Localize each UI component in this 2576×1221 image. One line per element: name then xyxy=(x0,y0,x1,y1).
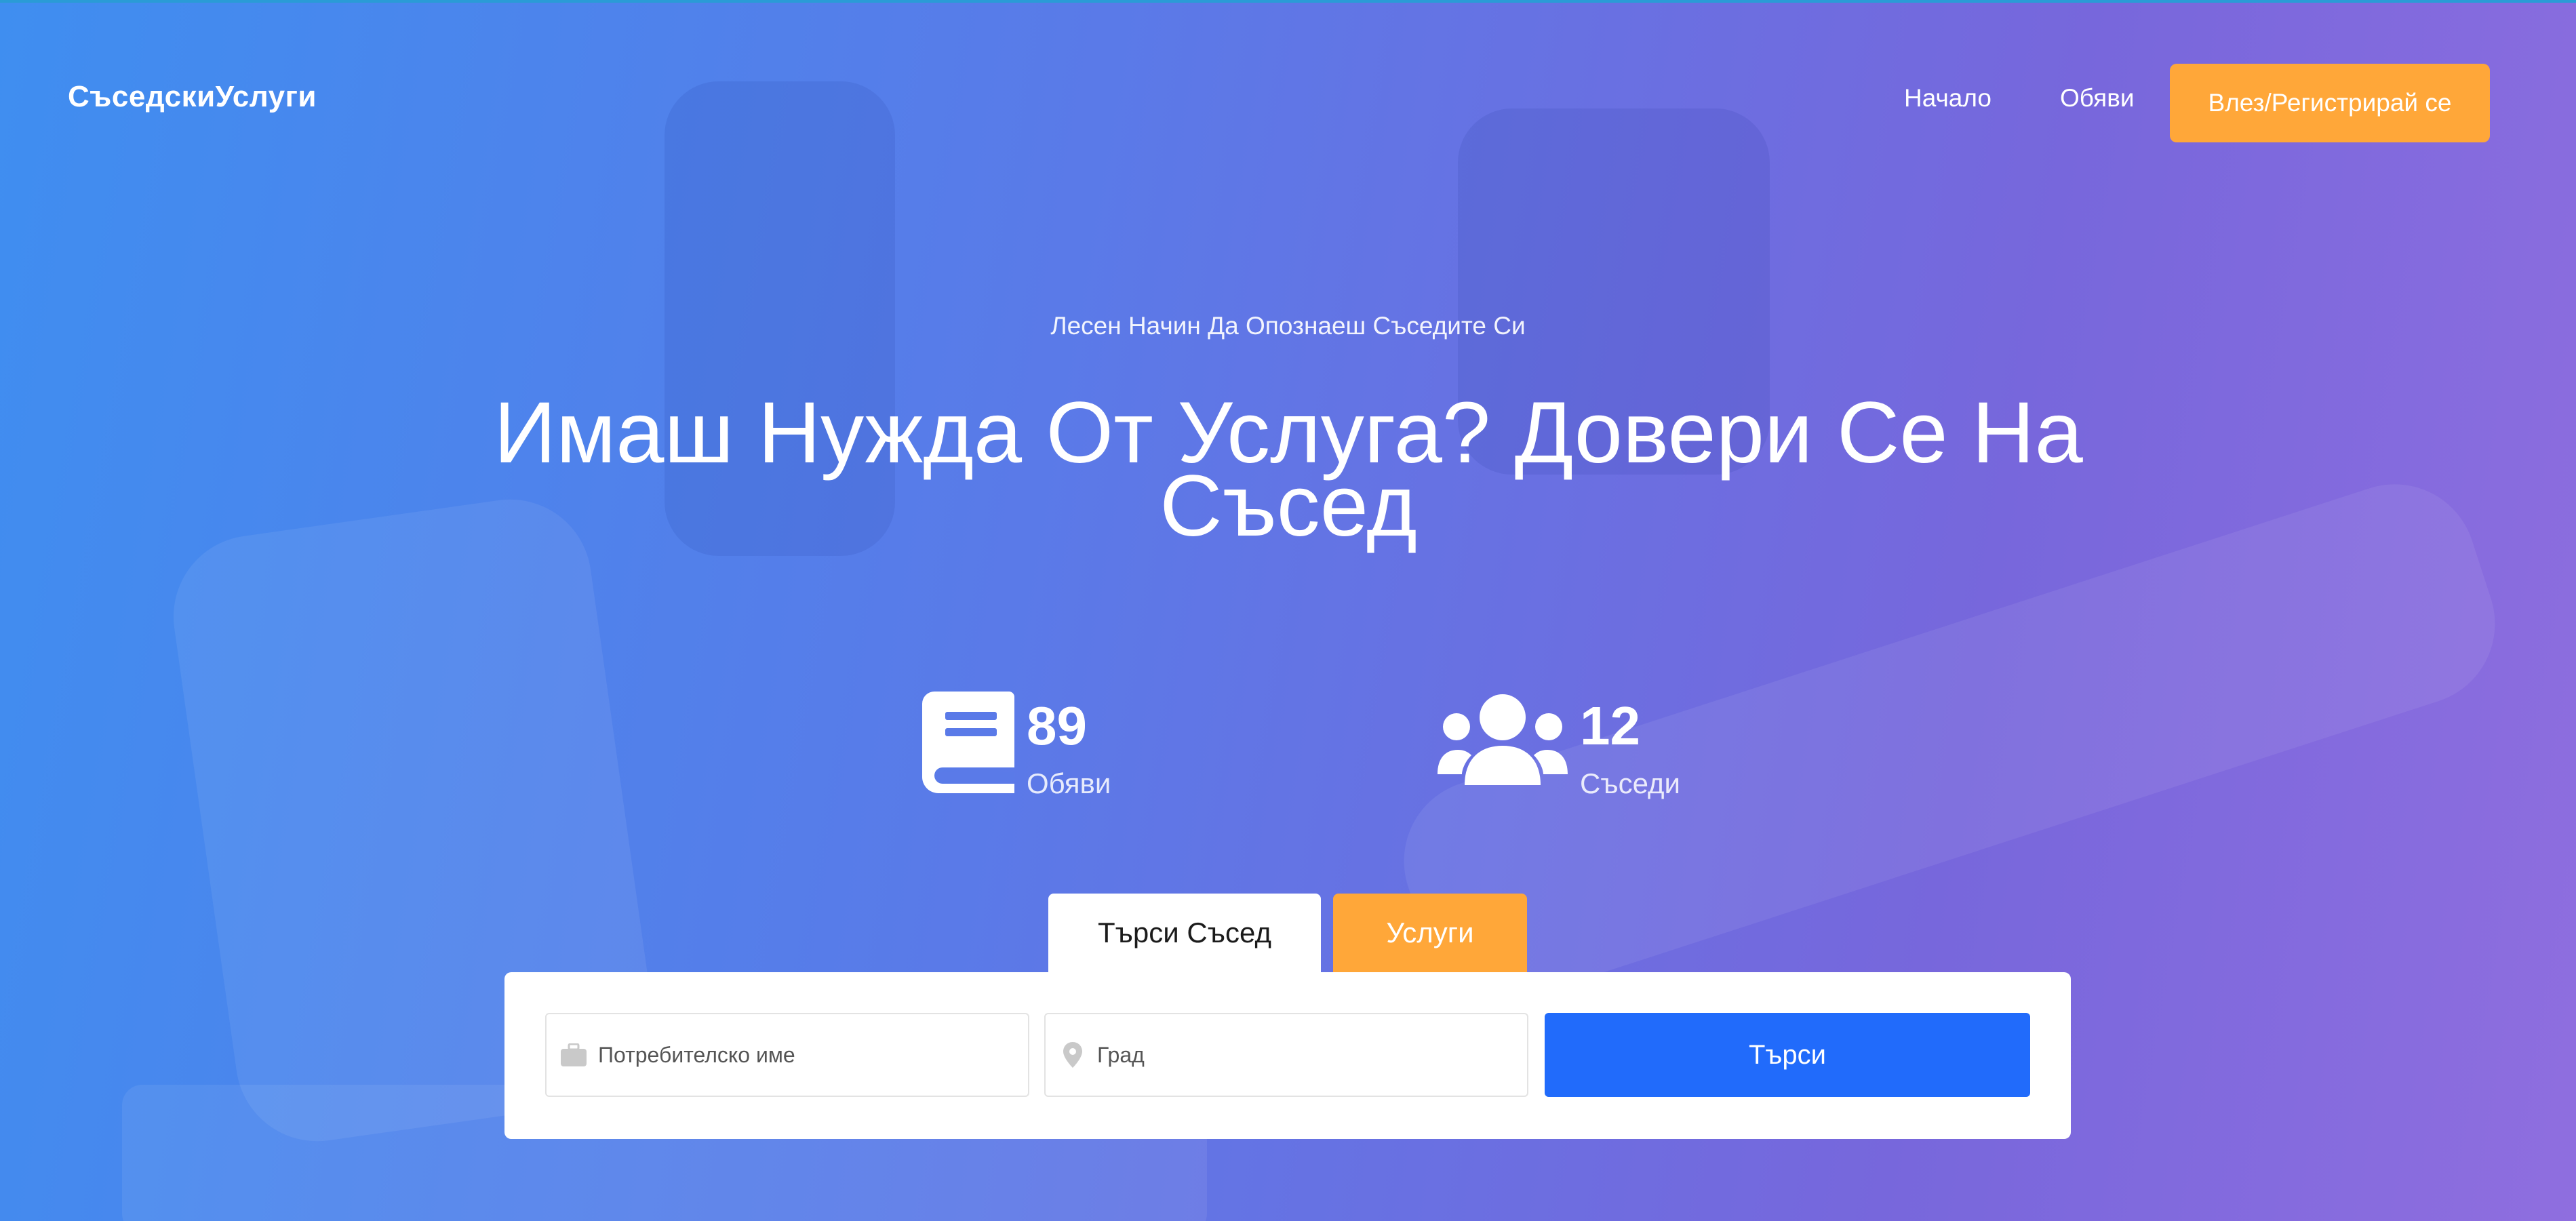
hero-headline: Имаш Нужда От Услуга? Довери Се На Съсед xyxy=(475,390,2102,550)
nav-link-home[interactable]: Начало xyxy=(1904,84,1992,113)
briefcase-icon xyxy=(560,1041,587,1068)
city-field[interactable] xyxy=(1044,1013,1528,1097)
hero-section: СъседскиУслуги Начало Обяви Влез/Регистр… xyxy=(0,0,2576,1221)
login-register-button[interactable]: Влез/Регистрирай се xyxy=(2170,64,2490,142)
tab-services[interactable]: Услуги xyxy=(1333,894,1527,972)
username-input[interactable] xyxy=(597,1041,1006,1068)
hero-subtitle: Лесен Начин Да Опознаеш Съседите Си xyxy=(1050,312,1526,340)
stat-ads-value: 89 xyxy=(1027,696,1087,756)
tab-search-neighbor[interactable]: Търси Съсед xyxy=(1048,894,1321,972)
stat-neighbors-value: 12 xyxy=(1580,696,1640,756)
stat-ads-label: Обяви xyxy=(1027,767,1111,799)
nav-link-ads[interactable]: Обяви xyxy=(2060,84,2135,113)
search-panel: Търси xyxy=(504,972,2071,1139)
book-icon xyxy=(922,692,1014,797)
stat-neighbors-label: Съседи xyxy=(1580,767,1680,799)
top-border xyxy=(0,0,2576,3)
brand-logo[interactable]: СъседскиУслуги xyxy=(68,80,317,114)
search-button[interactable]: Търси xyxy=(1545,1013,2030,1097)
users-icon xyxy=(1438,692,1568,790)
username-field[interactable] xyxy=(545,1013,1029,1097)
map-pin-icon xyxy=(1059,1041,1086,1068)
city-input[interactable] xyxy=(1096,1041,1505,1068)
